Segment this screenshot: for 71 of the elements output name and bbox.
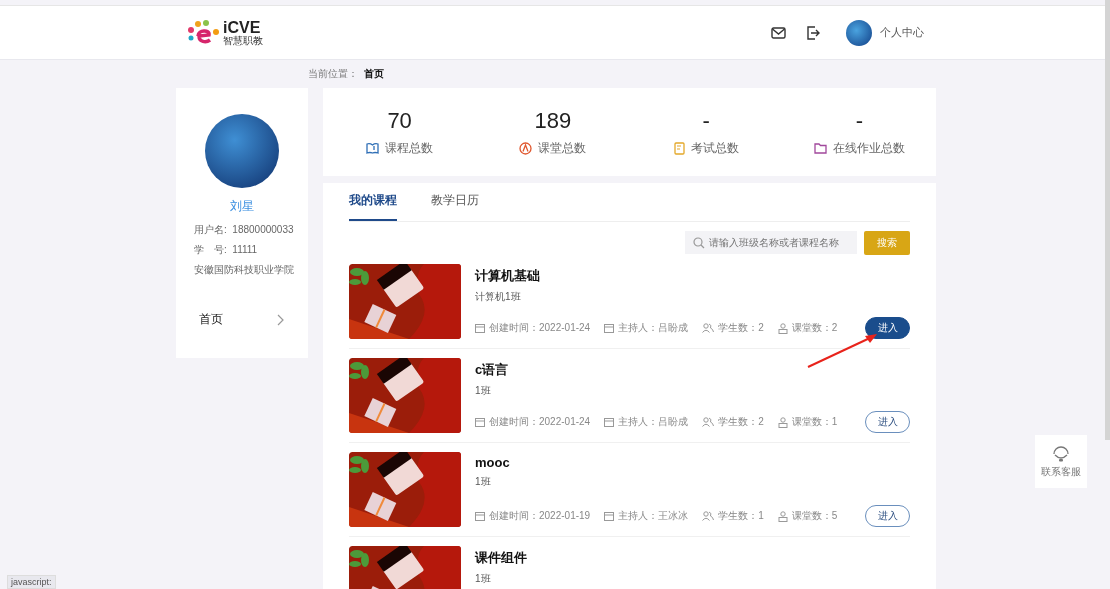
class-name: 1班 (475, 384, 492, 398)
enter-button[interactable]: 进入 (865, 411, 910, 433)
mail-icon[interactable] (771, 26, 786, 39)
course-meta: 学生数：1 (718, 509, 764, 523)
course-title[interactable]: c语言 (475, 361, 910, 379)
enter-button[interactable]: 进入 (865, 317, 910, 339)
class-name: 1班 (475, 475, 492, 489)
breadcrumb-label: 当前位置： (308, 67, 358, 81)
stat-value: - (855, 107, 864, 134)
home-nav-item[interactable]: 首页 (199, 311, 284, 328)
course-meta: 课堂数：1 (791, 415, 838, 429)
course-title[interactable]: 计算机基础 (475, 267, 910, 285)
stat-value: 189 (534, 107, 572, 134)
stat-label: 课程总数 (385, 139, 434, 157)
course-meta: 创建时间：2022-01-24 (489, 321, 591, 335)
scrollbar[interactable] (1105, 0, 1110, 440)
course-title[interactable]: mooc (475, 455, 910, 470)
logo-icon (186, 19, 220, 46)
people-icon (702, 323, 715, 333)
calendar-icon (604, 511, 615, 521)
stat-label: 考试总数 (690, 139, 739, 157)
logo-subtitle: 智慧职教 (223, 35, 263, 46)
course-meta: 学生数：2 (718, 415, 764, 429)
user-name: 刘星 (230, 198, 254, 215)
calendar-icon (604, 417, 615, 427)
search-icon (693, 237, 705, 249)
course-meta: 创建时间：2022-01-19 (489, 509, 591, 523)
course-meta: 主持人：吕盼成 (618, 321, 689, 335)
calendar-icon (475, 323, 485, 333)
calendar-icon (475, 511, 485, 521)
book-icon (366, 142, 380, 154)
person-icon (777, 510, 788, 522)
course-meta: 学生数：2 (718, 321, 764, 335)
person-icon (777, 322, 788, 334)
stat-value: 70 (387, 107, 412, 134)
status-url: javascript: (7, 575, 56, 589)
course-meta: 课堂数：5 (791, 509, 838, 523)
logout-icon[interactable] (806, 25, 820, 40)
school-name: 安徽国防科技职业学院 (194, 263, 294, 277)
course-meta: 创建时间：2022-01-24 (489, 415, 591, 429)
stat-label: 课堂总数 (538, 139, 587, 157)
course-title[interactable]: 课件组件 (475, 549, 910, 567)
people-icon (702, 417, 715, 427)
course-meta: 课堂数：2 (791, 321, 838, 335)
calendar-icon (475, 417, 485, 427)
logo-text: iCVE (223, 19, 262, 36)
people-icon (702, 511, 715, 521)
course-meta: 主持人：吕盼成 (618, 415, 689, 429)
profile-field: 学 号: 11111 (194, 243, 258, 257)
annotation-arrow (806, 333, 878, 369)
class-name: 1班 (475, 572, 492, 586)
tab[interactable]: 我的课程 (349, 192, 397, 221)
personal-center-link[interactable]: 个人中心 (880, 25, 924, 40)
search-field[interactable]: 请输入班级名称或者课程名称 (685, 231, 857, 254)
stat-value: - (702, 107, 710, 134)
breadcrumb-current[interactable]: 首页 (364, 67, 384, 81)
chevron-right-icon (277, 313, 284, 326)
document-icon (673, 141, 685, 155)
avatar-photo[interactable] (846, 19, 872, 46)
tab[interactable]: 教学日历 (431, 192, 479, 221)
person-icon (777, 416, 788, 428)
headset-icon (1052, 444, 1070, 462)
course-meta: 主持人：王冰冰 (618, 509, 689, 523)
calendar-icon (604, 323, 615, 333)
profile-field: 用户名: 18800000033 (194, 223, 294, 237)
stat-label: 在线作业总数 (832, 139, 905, 157)
folder-icon (813, 142, 827, 154)
support-button[interactable]: 联系客服 (1035, 435, 1087, 488)
enter-button[interactable]: 进入 (865, 505, 910, 527)
class-name: 计算机1班 (475, 290, 522, 304)
compass-icon (519, 141, 533, 155)
